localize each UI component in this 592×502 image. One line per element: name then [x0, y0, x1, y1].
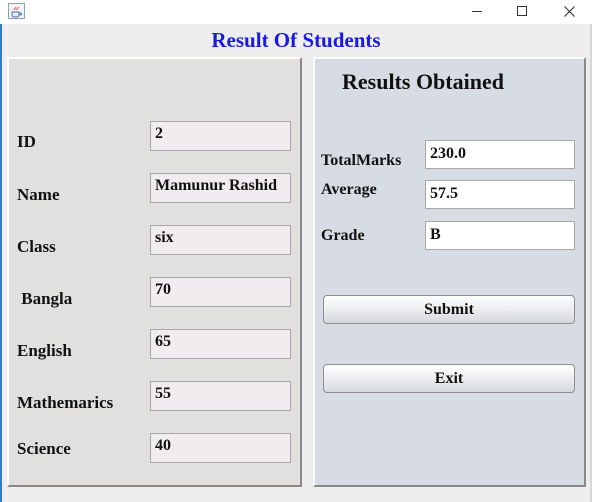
- minimize-icon: [472, 10, 482, 12]
- java-cup-icon: [8, 3, 25, 19]
- class-label: Class: [17, 237, 56, 256]
- id-label: ID: [17, 132, 36, 151]
- maximize-icon: [517, 6, 527, 16]
- id-field[interactable]: 2: [150, 121, 291, 151]
- average-field[interactable]: 57.5: [425, 180, 575, 209]
- grade-field[interactable]: B: [425, 221, 575, 250]
- title-bar[interactable]: [0, 0, 592, 24]
- results-title: Results Obtained: [342, 69, 504, 94]
- english-field[interactable]: 65: [150, 329, 291, 359]
- window-edge-left: [0, 24, 2, 502]
- maximize-button[interactable]: [499, 0, 545, 22]
- results-panel: Results Obtained TotalMarks 230.0 Averag…: [313, 57, 586, 487]
- mathematics-field[interactable]: 55: [150, 381, 291, 411]
- close-icon: [563, 5, 575, 17]
- english-label: English: [17, 341, 72, 360]
- grade-label: Grade: [321, 227, 365, 244]
- class-field[interactable]: six: [150, 225, 291, 255]
- minimize-button[interactable]: [454, 0, 500, 22]
- average-label: Average: [321, 181, 377, 198]
- exit-button[interactable]: Exit: [323, 364, 575, 393]
- total-marks-label: TotalMarks: [321, 152, 402, 169]
- submit-button[interactable]: Submit: [323, 295, 575, 324]
- science-label: Science: [17, 439, 71, 458]
- page-title: Result Of Students: [211, 28, 381, 52]
- name-field[interactable]: Mamunur Rashid: [150, 173, 291, 203]
- bangla-field[interactable]: 70: [150, 277, 291, 307]
- bangla-label: Bangla: [17, 289, 73, 308]
- app-window: Result Of Students ID 2 Name Mamunur Ras…: [0, 0, 592, 502]
- close-button[interactable]: [546, 0, 592, 22]
- window-bottom: [2, 491, 590, 502]
- total-marks-field[interactable]: 230.0: [425, 140, 575, 169]
- name-label: Name: [17, 185, 60, 204]
- science-field[interactable]: 40: [150, 433, 291, 463]
- mathematics-label: Mathemarics: [17, 393, 114, 412]
- student-info-panel: ID 2 Name Mamunur Rashid Class six Bangl…: [7, 57, 302, 487]
